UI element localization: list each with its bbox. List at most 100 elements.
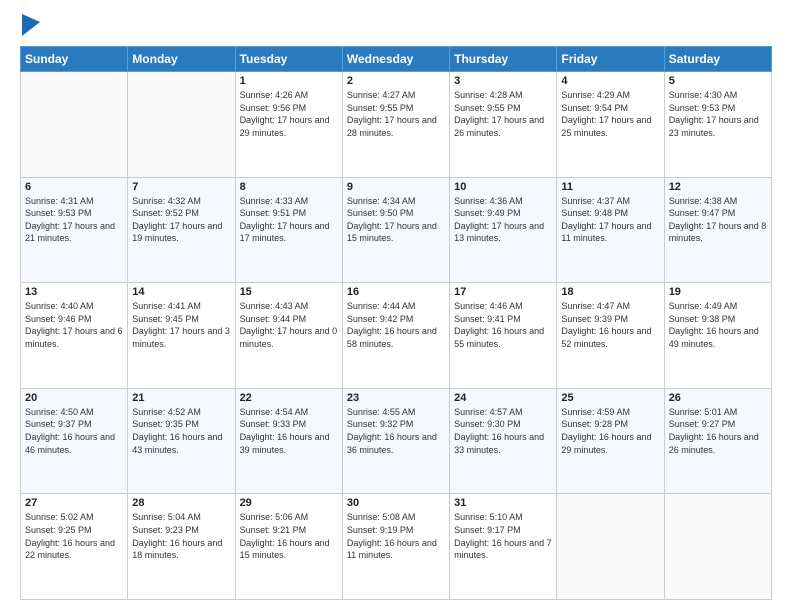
table-row: 22 Sunrise: 4:54 AMSunset: 9:33 PMDayligh… (235, 388, 342, 494)
col-header-wednesday: Wednesday (342, 47, 449, 72)
day-number: 3 (454, 75, 552, 87)
day-number: 19 (669, 286, 767, 298)
day-number: 23 (347, 392, 445, 404)
table-row: 11 Sunrise: 4:37 AMSunset: 9:48 PMDayligh… (557, 177, 664, 283)
day-number: 28 (132, 497, 230, 509)
day-info: Sunrise: 4:46 AMSunset: 9:41 PMDaylight:… (454, 300, 552, 350)
table-row: 21Sunrise: 4:52 AMSunset: 9:35 PMDayligh… (128, 388, 235, 494)
day-info: Sunrise: 4:32 AMSunset: 9:52 PMDaylight:… (132, 195, 230, 245)
day-info: Sunrise: 5:02 AMSunset: 9:25 PMDaylight:… (25, 511, 123, 561)
table-row: 26 Sunrise: 5:01 AMSunset: 9:27 PMDayligh… (664, 388, 771, 494)
day-number: 7 (132, 181, 230, 193)
day-info: Sunrise: 4:30 AMSunset: 9:53 PMDaylight:… (669, 89, 767, 139)
header (20, 16, 772, 36)
day-number: 13 (25, 286, 123, 298)
day-info: Sunrise: 5:06 AMSunset: 9:21 PMDaylight:… (240, 511, 338, 561)
day-info: Sunrise: 4:28 AMSunset: 9:55 PMDaylight:… (454, 89, 552, 139)
day-info: Sunrise: 4:26 AMSunset: 9:56 PMDaylight:… (240, 89, 338, 139)
day-info: Sunrise: 4:52 AMSunset: 9:35 PMDaylight:… (132, 406, 230, 456)
day-number: 10 (454, 181, 552, 193)
table-row: 3 Sunrise: 4:28 AMSunset: 9:55 PMDaylight… (450, 72, 557, 178)
table-row: 27Sunrise: 5:02 AMSunset: 9:25 PMDayligh… (21, 494, 128, 600)
day-number: 8 (240, 181, 338, 193)
day-number: 11 (561, 181, 659, 193)
day-info: Sunrise: 5:10 AMSunset: 9:17 PMDaylight:… (454, 511, 552, 561)
day-info: Sunrise: 4:50 AMSunset: 9:37 PMDaylight:… (25, 406, 123, 456)
day-number: 12 (669, 181, 767, 193)
table-row: 9 Sunrise: 4:34 AMSunset: 9:50 PMDaylight… (342, 177, 449, 283)
day-number: 24 (454, 392, 552, 404)
table-row: 19 Sunrise: 4:49 AMSunset: 9:38 PMDayligh… (664, 283, 771, 389)
table-row: 16 Sunrise: 4:44 AMSunset: 9:42 PMDayligh… (342, 283, 449, 389)
day-info: Sunrise: 4:55 AMSunset: 9:32 PMDaylight:… (347, 406, 445, 456)
col-header-thursday: Thursday (450, 47, 557, 72)
week-row-1: 6 Sunrise: 4:31 AMSunset: 9:53 PMDaylight… (21, 177, 772, 283)
day-info: Sunrise: 4:57 AMSunset: 9:30 PMDaylight:… (454, 406, 552, 456)
calendar-table: SundayMondayTuesdayWednesdayThursdayFrid… (20, 46, 772, 600)
day-number: 26 (669, 392, 767, 404)
day-number: 2 (347, 75, 445, 87)
day-info: Sunrise: 4:49 AMSunset: 9:38 PMDaylight:… (669, 300, 767, 350)
logo-icon (22, 14, 40, 36)
day-number: 25 (561, 392, 659, 404)
table-row: 29Sunrise: 5:06 AMSunset: 9:21 PMDayligh… (235, 494, 342, 600)
table-row: 8Sunrise: 4:33 AMSunset: 9:51 PMDaylight… (235, 177, 342, 283)
day-info: Sunrise: 5:04 AMSunset: 9:23 PMDaylight:… (132, 511, 230, 561)
table-row: 24 Sunrise: 4:57 AMSunset: 9:30 PMDayligh… (450, 388, 557, 494)
table-row: 23 Sunrise: 4:55 AMSunset: 9:32 PMDayligh… (342, 388, 449, 494)
day-info: Sunrise: 4:37 AMSunset: 9:48 PMDaylight:… (561, 195, 659, 245)
week-row-2: 13 Sunrise: 4:40 AMSunset: 9:46 PMDayligh… (21, 283, 772, 389)
day-info: Sunrise: 4:47 AMSunset: 9:39 PMDaylight:… (561, 300, 659, 350)
table-row: 6 Sunrise: 4:31 AMSunset: 9:53 PMDaylight… (21, 177, 128, 283)
table-row: 13 Sunrise: 4:40 AMSunset: 9:46 PMDayligh… (21, 283, 128, 389)
week-row-4: 27Sunrise: 5:02 AMSunset: 9:25 PMDayligh… (21, 494, 772, 600)
day-info: Sunrise: 4:31 AMSunset: 9:53 PMDaylight:… (25, 195, 123, 245)
day-number: 20 (25, 392, 123, 404)
day-info: Sunrise: 5:01 AMSunset: 9:27 PMDaylight:… (669, 406, 767, 456)
table-row: 28 Sunrise: 5:04 AMSunset: 9:23 PMDayligh… (128, 494, 235, 600)
day-info: Sunrise: 4:34 AMSunset: 9:50 PMDaylight:… (347, 195, 445, 245)
table-row: 30 Sunrise: 5:08 AMSunset: 9:19 PMDayligh… (342, 494, 449, 600)
day-info: Sunrise: 4:29 AMSunset: 9:54 PMDaylight:… (561, 89, 659, 139)
day-info: Sunrise: 5:08 AMSunset: 9:19 PMDaylight:… (347, 511, 445, 561)
table-row: 25 Sunrise: 4:59 AMSunset: 9:28 PMDayligh… (557, 388, 664, 494)
day-number: 1 (240, 75, 338, 87)
day-info: Sunrise: 4:59 AMSunset: 9:28 PMDaylight:… (561, 406, 659, 456)
day-number: 9 (347, 181, 445, 193)
week-row-3: 20 Sunrise: 4:50 AMSunset: 9:37 PMDayligh… (21, 388, 772, 494)
table-row: 17Sunrise: 4:46 AMSunset: 9:41 PMDayligh… (450, 283, 557, 389)
day-number: 6 (25, 181, 123, 193)
logo (20, 16, 40, 36)
day-info: Sunrise: 4:38 AMSunset: 9:47 PMDaylight:… (669, 195, 767, 245)
week-row-0: 1 Sunrise: 4:26 AMSunset: 9:56 PMDaylight… (21, 72, 772, 178)
table-row: 10Sunrise: 4:36 AMSunset: 9:49 PMDayligh… (450, 177, 557, 283)
table-row (128, 72, 235, 178)
table-row: 31 Sunrise: 5:10 AMSunset: 9:17 PMDayligh… (450, 494, 557, 600)
day-number: 30 (347, 497, 445, 509)
day-number: 16 (347, 286, 445, 298)
day-number: 31 (454, 497, 552, 509)
day-number: 5 (669, 75, 767, 87)
table-row: 15 Sunrise: 4:43 AMSunset: 9:44 PMDayligh… (235, 283, 342, 389)
table-row: 5 Sunrise: 4:30 AMSunset: 9:53 PMDaylight… (664, 72, 771, 178)
day-number: 15 (240, 286, 338, 298)
page: SundayMondayTuesdayWednesdayThursdayFrid… (0, 0, 792, 612)
table-row: 7 Sunrise: 4:32 AMSunset: 9:52 PMDaylight… (128, 177, 235, 283)
day-info: Sunrise: 4:54 AMSunset: 9:33 PMDaylight:… (240, 406, 338, 456)
day-info: Sunrise: 4:27 AMSunset: 9:55 PMDaylight:… (347, 89, 445, 139)
table-row: 14 Sunrise: 4:41 AMSunset: 9:45 PMDayligh… (128, 283, 235, 389)
table-row: 18Sunrise: 4:47 AMSunset: 9:39 PMDayligh… (557, 283, 664, 389)
day-number: 22 (240, 392, 338, 404)
day-number: 14 (132, 286, 230, 298)
table-row: 2 Sunrise: 4:27 AMSunset: 9:55 PMDaylight… (342, 72, 449, 178)
col-header-friday: Friday (557, 47, 664, 72)
table-row: 20 Sunrise: 4:50 AMSunset: 9:37 PMDayligh… (21, 388, 128, 494)
day-info: Sunrise: 4:44 AMSunset: 9:42 PMDaylight:… (347, 300, 445, 350)
table-row (664, 494, 771, 600)
day-info: Sunrise: 4:43 AMSunset: 9:44 PMDaylight:… (240, 300, 338, 350)
day-number: 4 (561, 75, 659, 87)
day-info: Sunrise: 4:40 AMSunset: 9:46 PMDaylight:… (25, 300, 123, 350)
day-info: Sunrise: 4:41 AMSunset: 9:45 PMDaylight:… (132, 300, 230, 350)
col-header-monday: Monday (128, 47, 235, 72)
table-row: 1 Sunrise: 4:26 AMSunset: 9:56 PMDaylight… (235, 72, 342, 178)
